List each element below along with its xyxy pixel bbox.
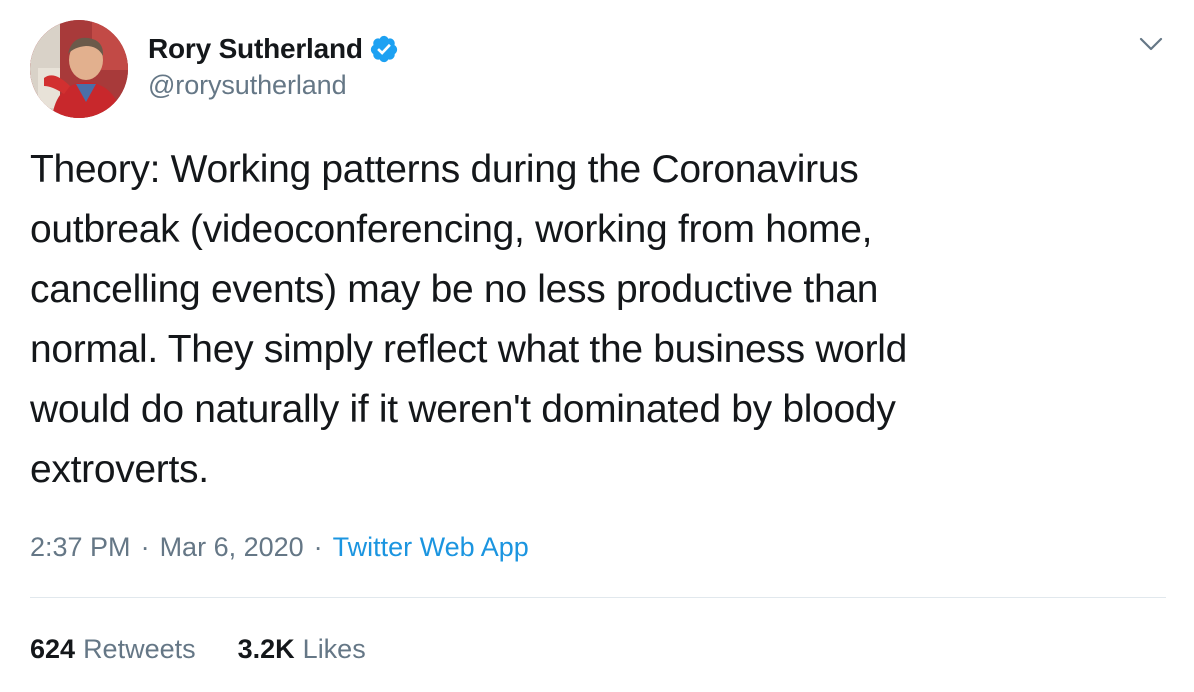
handle[interactable]: @rorysutherland xyxy=(148,70,399,101)
tweet-source-link[interactable]: Twitter Web App xyxy=(333,532,529,563)
avatar-photo xyxy=(30,20,128,118)
tweet-date[interactable]: Mar 6, 2020 xyxy=(160,532,304,563)
verified-badge-icon xyxy=(369,34,399,64)
likes-count: 3.2K xyxy=(237,633,295,664)
chevron-down-icon[interactable] xyxy=(1138,34,1164,54)
author-block[interactable]: Rory Sutherland @rorysutherland xyxy=(148,32,399,101)
retweets-count: 624 xyxy=(30,633,76,664)
divider xyxy=(30,597,1166,598)
tweet-meta: 2:37 PM · Mar 6, 2020 · Twitter Web App xyxy=(30,530,529,564)
display-name[interactable]: Rory Sutherland xyxy=(148,33,363,65)
tweet-card: Rory Sutherland @rorysutherland Theory: … xyxy=(0,0,1194,692)
meta-separator: · xyxy=(140,531,150,562)
likes-stat[interactable]: 3.2K Likes xyxy=(238,634,366,665)
retweets-label: Retweets xyxy=(83,633,196,664)
likes-label: Likes xyxy=(302,633,366,664)
tweet-text: Theory: Working patterns during the Coro… xyxy=(30,148,908,491)
name-row: Rory Sutherland xyxy=(148,32,399,66)
meta-separator: · xyxy=(313,531,323,562)
tweet-stats: 624 Retweets 3.2K Likes xyxy=(30,632,408,666)
avatar[interactable] xyxy=(30,20,128,118)
retweets-stat[interactable]: 624 Retweets xyxy=(30,634,196,665)
tweet-time[interactable]: 2:37 PM xyxy=(30,532,131,563)
